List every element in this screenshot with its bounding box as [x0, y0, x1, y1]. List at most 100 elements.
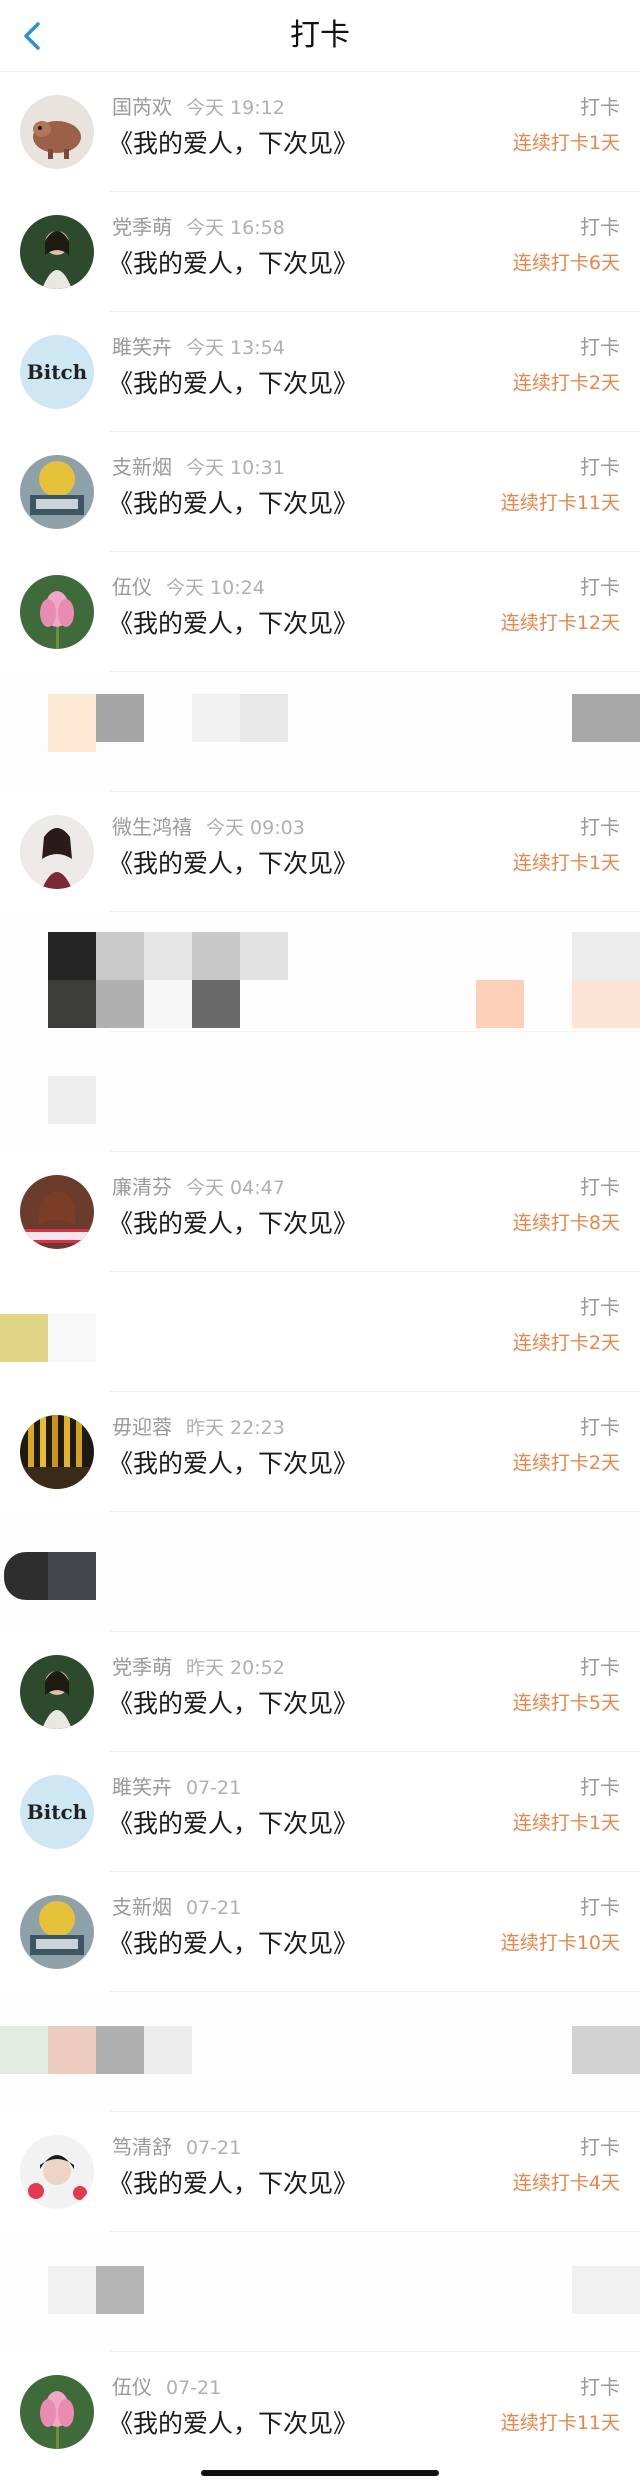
- list-item[interactable]: 党季萌 今天 16:58 《我的爱人，下次见》 打卡 连续打卡6天: [0, 192, 640, 312]
- checkin-label: 打卡: [580, 815, 620, 839]
- streak-label: 连续打卡1天: [512, 1812, 620, 1834]
- avatar[interactable]: [20, 455, 94, 529]
- avatar[interactable]: Bitch: [20, 335, 94, 409]
- checkin-label: 打卡: [580, 1655, 620, 1679]
- list-item[interactable]: Bitch 雎笑卉 今天 13:54 《我的爱人，下次见》 打卡 连续打卡2天: [0, 312, 640, 432]
- checkin-title: 《我的爱人，下次见》: [108, 369, 359, 398]
- nav-bar: 打卡: [0, 0, 640, 72]
- timestamp: 今天 04:47: [186, 1177, 285, 1199]
- user-name[interactable]: 伍仪: [112, 575, 152, 599]
- timestamp: 今天 13:54: [186, 337, 285, 359]
- avatar[interactable]: [20, 575, 94, 649]
- page-title: 打卡: [290, 18, 350, 53]
- list-item[interactable]: 支新烟 07-21 《我的爱人，下次见》 打卡 连续打卡10天: [0, 1872, 640, 1992]
- list-item[interactable]: Bitch 雎笑卉 07-21 《我的爱人，下次见》 打卡 连续打卡1天: [0, 1752, 640, 1872]
- list-item[interactable]: 党季萌 昨天 20:52 《我的爱人，下次见》 打卡 连续打卡5天: [0, 1632, 640, 1752]
- checkin-label: 打卡: [580, 335, 620, 359]
- streak-label: 连续打卡2天: [512, 372, 620, 394]
- avatar[interactable]: [20, 1895, 94, 1969]
- timestamp: 今天 16:58: [186, 217, 285, 239]
- avatar[interactable]: [20, 815, 94, 889]
- checkin-title: 《我的爱人，下次见》: [108, 1689, 359, 1718]
- checkin-title: 《我的爱人，下次见》: [108, 129, 359, 158]
- redacted-row: [0, 672, 640, 792]
- avatar[interactable]: [0, 1314, 48, 1362]
- user-name[interactable]: 支新烟: [112, 1895, 172, 1919]
- redacted-row: [0, 1512, 640, 1632]
- avatar[interactable]: [20, 215, 94, 289]
- checkin-label: 打卡: [580, 2135, 620, 2159]
- streak-label: 连续打卡4天: [512, 2172, 620, 2194]
- user-name[interactable]: 雎笑卉: [112, 335, 172, 359]
- timestamp: 07-21: [186, 2137, 242, 2159]
- checkin-screen: 打卡 国芮欢 今天 19:12 《我的爱人，下次见》 打卡 连续打卡1天 党季萌…: [0, 0, 640, 2487]
- streak-label: 连续打卡1天: [512, 132, 620, 154]
- redacted-row: [0, 912, 640, 1152]
- user-name[interactable]: 伍仪: [112, 2375, 152, 2399]
- checkin-title: 《我的爱人，下次见》: [108, 2409, 359, 2438]
- timestamp: 今天 10:31: [186, 457, 285, 479]
- user-name[interactable]: 国芮欢: [112, 95, 172, 119]
- avatar[interactable]: [20, 1175, 94, 1249]
- redacted-row: [0, 1992, 640, 2112]
- timestamp: 昨天 20:52: [186, 1657, 285, 1679]
- checkin-title: 《我的爱人，下次见》: [108, 2169, 359, 2198]
- list-item[interactable]: 国芮欢 今天 19:12 《我的爱人，下次见》 打卡 连续打卡1天: [0, 72, 640, 192]
- streak-label: 连续打卡2天: [512, 1452, 620, 1474]
- checkin-title: 《我的爱人，下次见》: [108, 1929, 359, 1958]
- list-item[interactable]: 打卡 连续打卡2天: [0, 1272, 640, 1392]
- streak-label: 连续打卡11天: [500, 492, 620, 514]
- user-name[interactable]: 支新烟: [112, 455, 172, 479]
- avatar[interactable]: [20, 1415, 94, 1489]
- home-indicator[interactable]: [201, 2470, 439, 2476]
- checkin-title: 《我的爱人，下次见》: [108, 849, 359, 878]
- timestamp: 07-21: [186, 1897, 242, 1919]
- user-name[interactable]: 微生鸿禧: [112, 815, 192, 839]
- avatar[interactable]: Bitch: [20, 1775, 94, 1849]
- checkin-title: 《我的爱人，下次见》: [108, 1809, 359, 1838]
- streak-label: 连续打卡10天: [500, 1932, 620, 1954]
- streak-label: 连续打卡8天: [512, 1212, 620, 1234]
- timestamp: 今天 19:12: [186, 97, 285, 119]
- timestamp: 昨天 22:23: [186, 1417, 285, 1439]
- list-item[interactable]: 伍仪 今天 10:24 《我的爱人，下次见》 打卡 连续打卡12天: [0, 552, 640, 672]
- user-name[interactable]: 廉清芬: [112, 1175, 172, 1199]
- checkin-label: 打卡: [580, 1295, 620, 1319]
- streak-label: 连续打卡2天: [512, 1332, 620, 1354]
- checkin-title: 《我的爱人，下次见》: [108, 1209, 359, 1238]
- avatar-text: Bitch: [26, 1800, 88, 1824]
- streak-label: 连续打卡6天: [512, 252, 620, 274]
- checkin-title: 《我的爱人，下次见》: [108, 609, 359, 638]
- timestamp: 今天 10:24: [166, 577, 265, 599]
- avatar[interactable]: [20, 95, 94, 169]
- user-name[interactable]: 党季萌: [112, 1655, 172, 1679]
- checkin-label: 打卡: [580, 95, 620, 119]
- checkin-label: 打卡: [580, 1775, 620, 1799]
- checkin-label: 打卡: [580, 2375, 620, 2399]
- timestamp: 今天 09:03: [206, 817, 305, 839]
- avatar-text: Bitch: [26, 360, 88, 384]
- checkin-title: 《我的爱人，下次见》: [108, 489, 359, 518]
- user-name[interactable]: 党季萌: [112, 215, 172, 239]
- timestamp: 07-21: [186, 1777, 242, 1799]
- timestamp: 07-21: [166, 2377, 222, 2399]
- checkin-label: 打卡: [580, 215, 620, 239]
- list-item[interactable]: 伍仪 07-21 《我的爱人，下次见》 打卡 连续打卡11天: [0, 2352, 640, 2472]
- user-name[interactable]: 雎笑卉: [112, 1775, 172, 1799]
- streak-label: 连续打卡11天: [500, 2412, 620, 2434]
- checkin-label: 打卡: [580, 455, 620, 479]
- avatar[interactable]: [20, 1655, 94, 1729]
- user-name[interactable]: 笃清舒: [112, 2135, 172, 2159]
- checkin-label: 打卡: [580, 1175, 620, 1199]
- list-item[interactable]: 毋迎蓉 昨天 22:23 《我的爱人，下次见》 打卡 连续打卡2天: [0, 1392, 640, 1512]
- list-item[interactable]: 微生鸿禧 今天 09:03 《我的爱人，下次见》 打卡 连续打卡1天: [0, 792, 640, 912]
- avatar[interactable]: [20, 2135, 94, 2209]
- checkin-label: 打卡: [580, 1895, 620, 1919]
- list-item[interactable]: 支新烟 今天 10:31 《我的爱人，下次见》 打卡 连续打卡11天: [0, 432, 640, 552]
- list-item[interactable]: 笃清舒 07-21 《我的爱人，下次见》 打卡 连续打卡4天: [0, 2112, 640, 2232]
- streak-label: 连续打卡1天: [512, 852, 620, 874]
- avatar[interactable]: [20, 2375, 94, 2449]
- user-name[interactable]: 毋迎蓉: [112, 1415, 172, 1439]
- streak-label: 连续打卡12天: [500, 612, 620, 634]
- list-item[interactable]: 廉清芬 今天 04:47 《我的爱人，下次见》 打卡 连续打卡8天: [0, 1152, 640, 1272]
